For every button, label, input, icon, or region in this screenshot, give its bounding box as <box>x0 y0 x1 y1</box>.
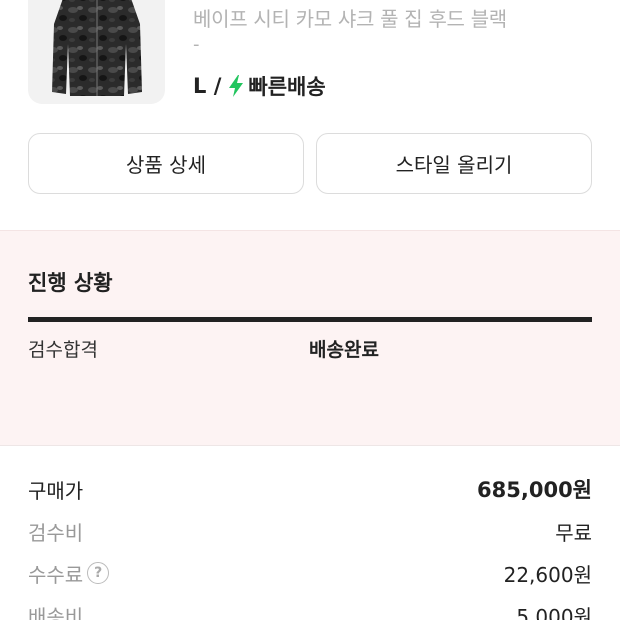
purchase-price-value: 685,000원 <box>477 478 592 502</box>
progress-title: 진행 상황 <box>28 271 113 295</box>
shipping-fee-value: 5,000원 <box>516 604 592 620</box>
order-detail-page: 베이프 시티 카모 샤크 풀 집 후드 블랙 - L / 빠른배송 상품 상세 … <box>0 0 620 620</box>
purchase-price-label: 구매가 <box>28 478 84 503</box>
inspection-fee-value: 무료 <box>555 520 592 545</box>
product-option: L / 빠른배송 <box>193 72 326 100</box>
shipping-fee-label: 배송비 <box>28 604 84 620</box>
product-name: 베이프 시티 카모 샤크 풀 집 후드 블랙 <box>193 7 507 31</box>
inspection-fee-row: 검수비 무료 <box>28 515 592 547</box>
commission-fee-row: 수수료 ? 22,600원 <box>28 557 592 589</box>
commission-fee-label-group: 수수료 ? <box>28 559 110 588</box>
post-style-button[interactable]: 스타일 올리기 <box>316 133 592 194</box>
delivery-label: 빠른배송 <box>248 75 326 99</box>
commission-fee-label: 수수료 <box>28 562 84 587</box>
progress-step-delivered: 배송완료 <box>309 339 379 361</box>
product-image[interactable] <box>28 0 165 104</box>
inspection-fee-label: 검수비 <box>28 520 84 545</box>
commission-fee-value: 22,600원 <box>503 562 592 587</box>
progress-bar <box>28 317 592 322</box>
lightning-bolt-icon <box>227 74 245 98</box>
product-model-number: - <box>193 34 200 55</box>
purchase-price-row: 구매가 685,000원 <box>28 473 592 505</box>
help-icon[interactable]: ? <box>87 562 110 584</box>
progress-step-inspection-passed: 검수합격 <box>28 339 98 361</box>
shipping-fee-row: 배송비 5,000원 <box>28 599 592 620</box>
hoodie-image <box>52 0 142 96</box>
product-detail-button[interactable]: 상품 상세 <box>28 133 304 194</box>
size-label: L / <box>193 74 222 98</box>
progress-section: 진행 상황 검수합격 배송완료 <box>0 230 620 446</box>
